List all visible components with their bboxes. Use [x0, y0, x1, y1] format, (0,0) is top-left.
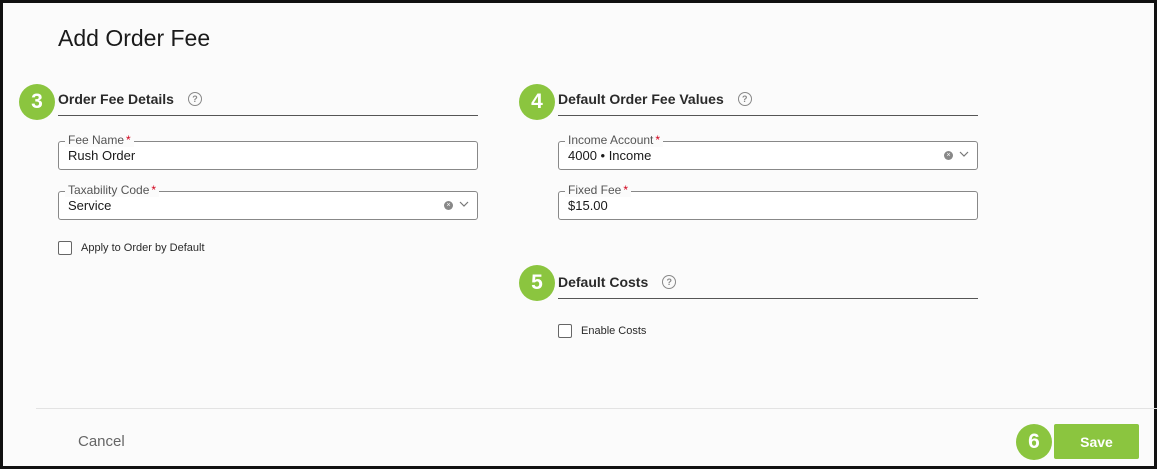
section-title: Order Fee Details — [58, 90, 174, 107]
fixed-fee-value: $15.00 — [568, 198, 608, 213]
step-badge-6: 6 — [1016, 424, 1052, 460]
taxability-code-select[interactable]: Taxability Code * Service × — [58, 183, 478, 220]
help-icon[interactable]: ? — [662, 274, 677, 289]
taxability-code-value: Service — [68, 198, 112, 213]
step-badge-3: 3 — [19, 84, 55, 120]
income-account-select[interactable]: Income Account * 4000 • Income × — [558, 133, 978, 170]
enable-costs-checkbox[interactable] — [558, 324, 572, 338]
help-icon[interactable]: ? — [737, 91, 752, 106]
chevron-down-icon[interactable] — [959, 149, 969, 159]
help-icon[interactable]: ? — [187, 91, 202, 106]
section-title: Default Costs — [558, 273, 649, 290]
fee-name-field[interactable]: Fee Name * Rush Order — [58, 133, 478, 170]
income-account-label: Income Account * — [565, 133, 664, 147]
section-title: Default Order Fee Values — [558, 90, 724, 107]
section-header-default-values: Default Order Fee Values ? — [558, 82, 978, 116]
dialog-title: Add Order Fee — [58, 25, 211, 51]
cancel-button[interactable]: Cancel — [78, 433, 125, 450]
enable-costs-row[interactable]: Enable Costs — [558, 324, 646, 338]
taxability-code-label: Taxability Code * — [65, 183, 160, 197]
apply-default-label: Apply to Order by Default — [81, 242, 205, 254]
step-badge-5: 5 — [519, 265, 555, 301]
footer-divider — [36, 408, 1157, 409]
clear-icon[interactable]: × — [944, 151, 953, 160]
section-header-default-costs: Default Costs ? — [558, 265, 978, 299]
enable-costs-label: Enable Costs — [581, 325, 647, 337]
fixed-fee-field[interactable]: Fixed Fee * $15.00 — [558, 183, 978, 220]
clear-icon[interactable]: × — [444, 201, 453, 210]
save-button[interactable]: Save — [1054, 424, 1139, 459]
section-header-order-fee-details: Order Fee Details ? — [58, 82, 478, 116]
apply-default-checkbox[interactable] — [58, 241, 72, 255]
fee-name-value: Rush Order — [68, 148, 136, 163]
income-account-value: 4000 • Income — [568, 148, 652, 163]
fee-name-label: Fee Name * — [65, 133, 134, 147]
apply-default-row[interactable]: Apply to Order by Default — [58, 241, 205, 255]
fixed-fee-label: Fixed Fee * — [565, 183, 632, 197]
step-badge-4: 4 — [519, 84, 555, 120]
chevron-down-icon[interactable] — [459, 199, 469, 209]
dialog-frame: Add Order Fee 3 Order Fee Details ? Fee … — [0, 0, 1157, 469]
